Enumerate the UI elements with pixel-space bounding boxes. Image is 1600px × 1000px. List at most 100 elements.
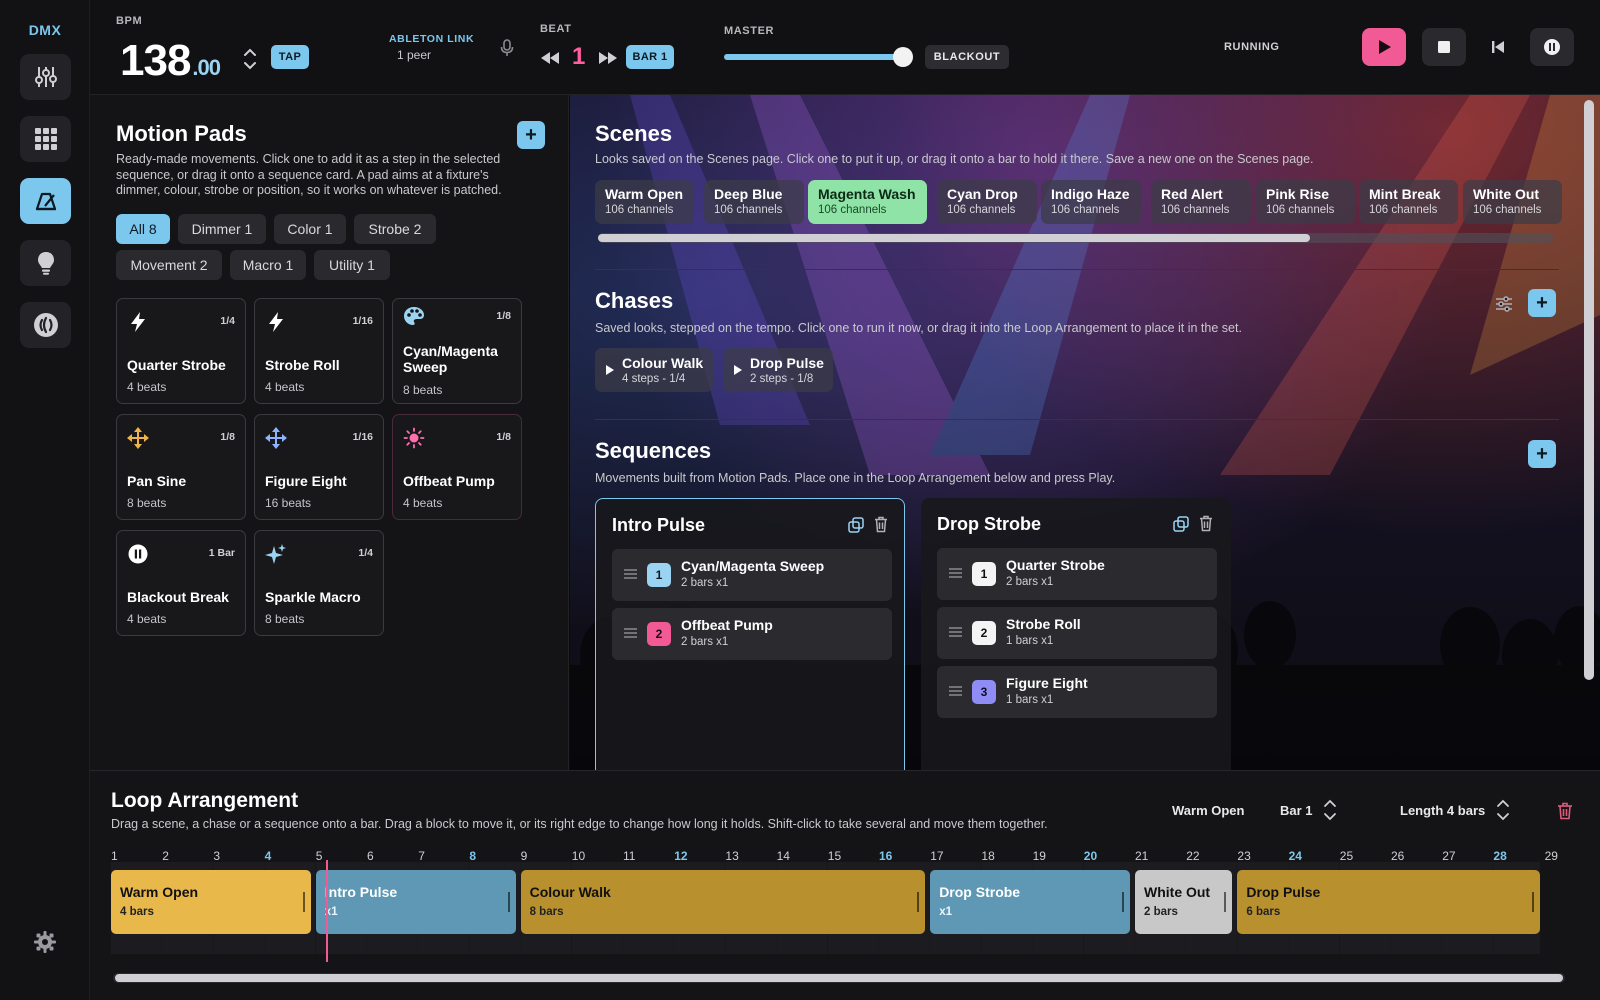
chase-colour-walk[interactable]: Colour Walk 4 steps - 1/4 [595, 348, 713, 392]
drag-handle-icon[interactable] [949, 568, 962, 578]
add-motion-pad-button[interactable]: + [517, 121, 545, 149]
pad-figure-eight[interactable]: 1/16 Figure Eight 16 beats [254, 414, 384, 520]
pause-icon [128, 544, 148, 564]
filter-dimmer[interactable]: Dimmer 1 [178, 214, 266, 244]
nav-audio[interactable] [20, 302, 71, 348]
filter-all[interactable]: All 8 [116, 214, 170, 244]
scene-pink-rise[interactable]: Pink Rise 106 channels [1256, 180, 1355, 224]
block-length: Length 4 bars [1400, 803, 1486, 818]
tap-button[interactable]: TAP [271, 45, 309, 69]
sequence-step[interactable]: 2 Offbeat Pump 2 bars x1 [612, 608, 892, 660]
nav-fixtures[interactable] [20, 240, 71, 286]
timeline-block-white-out[interactable]: White Out 2 bars [1135, 870, 1233, 934]
timeline-scroll-thumb[interactable] [115, 974, 1563, 982]
master-slider[interactable] [724, 47, 913, 67]
beat-value: 1 [572, 43, 586, 70]
stop-button[interactable] [1422, 28, 1466, 66]
blackout-button[interactable]: BLACKOUT [925, 45, 1009, 69]
scene-magenta-wash[interactable]: Magenta Wash 106 channels [808, 180, 927, 224]
scene-deep-blue[interactable]: Deep Blue 106 channels [704, 180, 804, 224]
scene-indigo-haze[interactable]: Indigo Haze 106 channels [1041, 180, 1141, 224]
resize-handle[interactable] [507, 892, 510, 912]
chase-drop-pulse[interactable]: Drop Pulse 2 steps - 1/8 [723, 348, 833, 392]
pad-offbeat-pump[interactable]: 1/8 Offbeat Pump 4 beats [392, 414, 522, 520]
filter-movement[interactable]: Movement 2 [116, 250, 222, 280]
add-sequence-button[interactable]: + [1528, 440, 1556, 468]
bpm-integer: 138 [120, 36, 191, 85]
bar-stepper[interactable] [1321, 797, 1339, 823]
scene-white-out[interactable]: White Out 106 channels [1463, 180, 1562, 224]
nav-motion[interactable] [20, 178, 71, 224]
microphone-icon[interactable] [500, 39, 514, 57]
playhead[interactable] [326, 860, 329, 962]
trash-icon[interactable] [1557, 802, 1573, 820]
timeline-block-colour-walk[interactable]: Colour Walk 8 bars [520, 870, 926, 934]
resize-handle[interactable] [302, 892, 305, 912]
add-chase-button[interactable]: + [1528, 289, 1556, 317]
master-slider-knob[interactable] [892, 47, 913, 67]
bpm-value[interactable]: 138.00 [120, 36, 221, 86]
sequence-card-intro-pulse[interactable]: Intro Pulse 1 Cyan/Magenta Sweep 2 bars … [595, 498, 905, 778]
filter-utility[interactable]: Utility 1 [314, 250, 390, 280]
fast-forward-icon[interactable] [598, 51, 618, 65]
pad-beats: 4 beats [127, 380, 167, 394]
chase-settings-icon[interactable] [1495, 296, 1513, 312]
scenes-scroll-thumb[interactable] [598, 234, 1310, 242]
duplicate-icon[interactable] [848, 517, 864, 533]
trash-icon[interactable] [874, 516, 888, 533]
scene-name: White Out [1473, 186, 1540, 202]
gear-icon[interactable] [33, 930, 57, 954]
library-scrollbar[interactable] [1584, 100, 1594, 680]
sequence-step[interactable]: 3 Figure Eight 1 bars x1 [937, 666, 1217, 718]
timeline-block-drop-strobe[interactable]: Drop Strobe x1 [930, 870, 1130, 934]
bpm-stepper[interactable] [240, 45, 260, 73]
sequence-step[interactable]: 1 Cyan/Magenta Sweep 2 bars x1 [612, 549, 892, 601]
scene-name: Deep Blue [714, 186, 783, 202]
scene-red-alert[interactable]: Red Alert 106 channels [1151, 180, 1251, 224]
resize-handle[interactable] [1531, 892, 1534, 912]
scene-channels: 106 channels [605, 204, 674, 216]
drag-handle-icon[interactable] [949, 686, 962, 696]
pause-button[interactable] [1530, 28, 1574, 66]
rewind-icon[interactable] [540, 51, 560, 65]
length-stepper[interactable] [1494, 797, 1512, 823]
filter-color[interactable]: Color 1 [274, 214, 346, 244]
filter-strobe[interactable]: Strobe 2 [354, 214, 436, 244]
nav-grid[interactable] [20, 116, 71, 162]
timeline-block-warm-open[interactable]: Warm Open 4 bars [111, 870, 311, 934]
pad-strobe-roll[interactable]: 1/16 Strobe Roll 4 beats [254, 298, 384, 404]
drag-handle-icon[interactable] [624, 628, 637, 638]
restart-button[interactable] [1476, 28, 1520, 66]
pad-sparkle-macro[interactable]: 1/4 Sparkle Macro 8 beats [254, 530, 384, 636]
resize-handle[interactable] [1224, 892, 1227, 912]
dmx-app: DMX BPM 138.00 TAP ABLETON LINK 1 peer B… [0, 0, 1600, 1000]
timeline-block-intro-pulse[interactable]: Intro Pulse x1 [315, 870, 516, 934]
sequence-name: Drop Strobe [937, 514, 1042, 534]
scene-name: Cyan Drop [947, 186, 1018, 202]
pad-cyan-magenta-sweep[interactable]: 1/8 Cyan/Magenta Sweep 8 beats [392, 298, 522, 404]
timeline-block-drop-pulse[interactable]: Drop Pulse 6 bars [1237, 870, 1540, 934]
scene-mint-break[interactable]: Mint Break 106 channels [1359, 180, 1458, 224]
pad-quarter-strobe[interactable]: 1/4 Quarter Strobe 4 beats [116, 298, 246, 404]
pad-pan-sine[interactable]: 1/8 Pan Sine 8 beats [116, 414, 246, 520]
sequence-step[interactable]: 2 Strobe Roll 1 bars x1 [937, 607, 1217, 659]
master-slider-fill [724, 54, 903, 60]
drag-handle-icon[interactable] [624, 569, 637, 579]
loop-title: Loop Arrangement [111, 789, 299, 812]
trash-icon[interactable] [1199, 515, 1213, 532]
play-button[interactable] [1362, 28, 1406, 66]
nav-mixer[interactable] [20, 54, 71, 100]
resize-handle[interactable] [917, 892, 920, 912]
pad-blackout-break[interactable]: 1 Bar Blackout Break 4 beats [116, 530, 246, 636]
drag-handle-icon[interactable] [949, 627, 962, 637]
timeline-scrollbar[interactable] [113, 973, 1565, 983]
resize-handle[interactable] [1121, 892, 1124, 912]
filter-macro[interactable]: Macro 1 [230, 250, 306, 280]
sequence-card-drop-strobe[interactable]: Drop Strobe 1 Quarter Strobe 2 bars x1 2… [921, 498, 1231, 778]
scene-cyan-drop[interactable]: Cyan Drop 106 channels [937, 180, 1037, 224]
scenes-scrollbar[interactable] [598, 233, 1554, 243]
duplicate-icon[interactable] [1173, 516, 1189, 532]
sequence-step[interactable]: 1 Quarter Strobe 2 bars x1 [937, 548, 1217, 600]
scene-warm-open[interactable]: Warm Open 106 channels [595, 180, 694, 224]
pad-beats: 4 beats [265, 380, 305, 394]
